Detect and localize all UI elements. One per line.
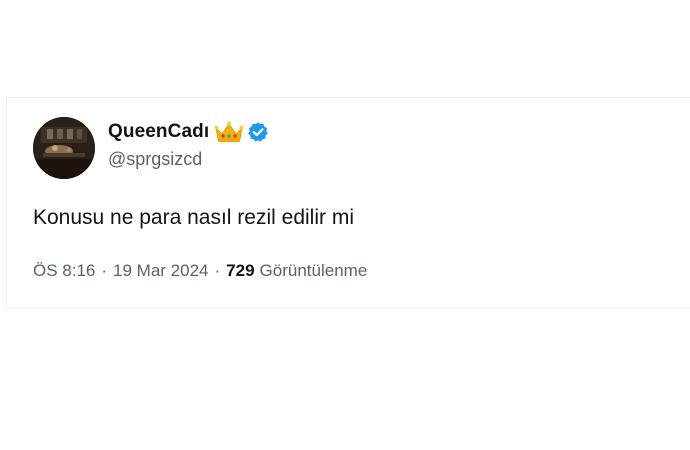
verified-badge-icon[interactable] xyxy=(247,121,269,143)
tweet-text: Konusu ne para nasıl rezil edilir mi xyxy=(33,206,354,229)
views-count: 729 xyxy=(226,261,255,280)
tweet-time[interactable]: ÖS 8:16 xyxy=(33,261,95,281)
author-display-name[interactable]: QueenCadı xyxy=(108,121,209,143)
author-handle[interactable]: @sprgsizcd xyxy=(108,149,269,170)
crown-icon xyxy=(214,121,244,143)
tweet-meta: ÖS 8:16 · 19 Mar 2024 · 729 Görüntülenme xyxy=(33,261,367,281)
views-label: Görüntülenme xyxy=(259,261,368,280)
avatar[interactable] xyxy=(33,117,95,179)
meta-separator: · xyxy=(101,261,108,280)
meta-separator: · xyxy=(214,261,221,280)
tweet-date[interactable]: 19 Mar 2024 xyxy=(113,261,208,281)
tweet-card[interactable]: QueenCadı @sprgsizcd Konusu ne para nası… xyxy=(6,97,690,309)
avatar-image xyxy=(33,117,95,179)
